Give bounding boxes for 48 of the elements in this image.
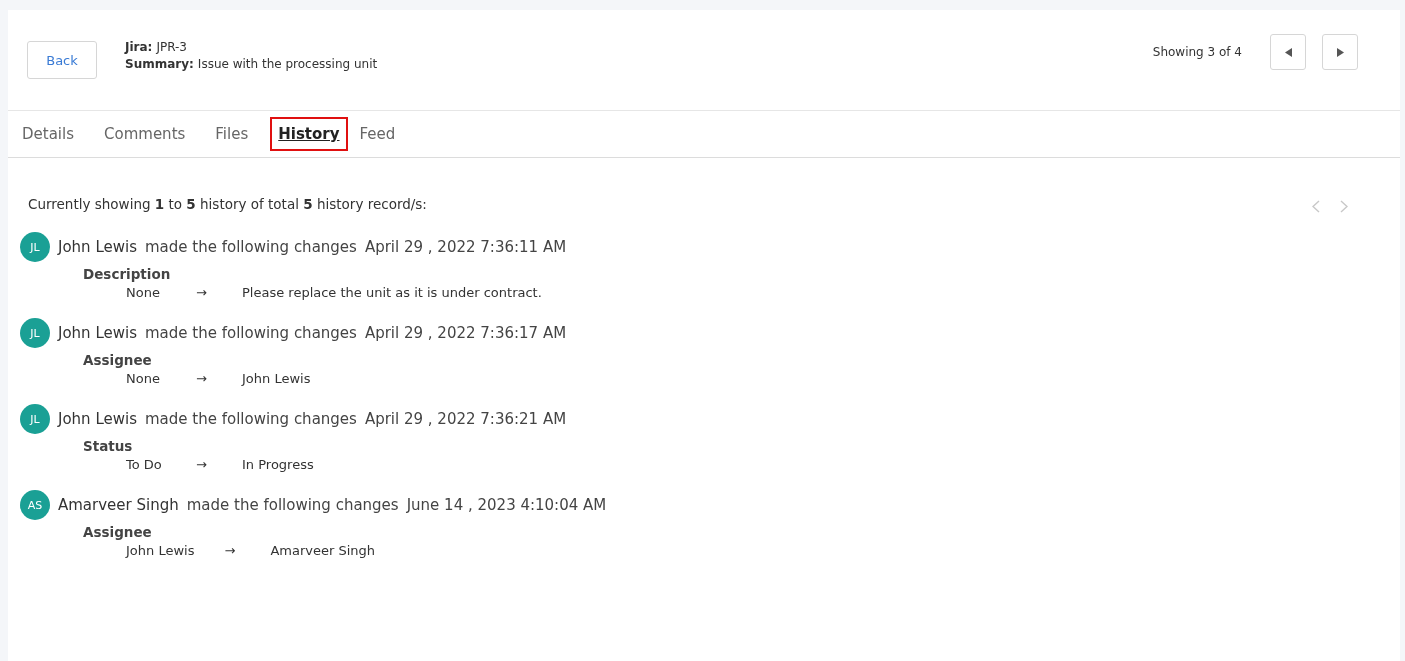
old-value: None xyxy=(126,371,161,386)
field-name: Description xyxy=(83,266,172,282)
new-value: John Lewis xyxy=(242,371,311,386)
history-summary: Currently showing 1 to 5 history of total 5 history record/s: xyxy=(28,196,427,212)
tab[interactable]: Files xyxy=(207,117,257,151)
tab[interactable]: Feed xyxy=(351,117,404,151)
action-text: made the following changes xyxy=(144,324,357,342)
back-button[interactable]: Back xyxy=(27,41,97,79)
jira-label: Jira: xyxy=(125,39,153,54)
field-name: Status xyxy=(83,438,134,454)
jira-value: JPR-3 xyxy=(156,39,187,54)
old-value: None xyxy=(126,285,161,300)
tab[interactable]: Comments xyxy=(96,117,194,151)
new-value: In Progress xyxy=(242,457,314,472)
field-name: Assignee xyxy=(83,352,153,368)
timestamp: April 29 , 2022 7:36:21 AM xyxy=(364,410,567,428)
action-text: made the following changes xyxy=(144,238,357,256)
arrow: → xyxy=(196,457,208,472)
caret-left-icon xyxy=(1284,47,1292,57)
previous-button[interactable] xyxy=(1270,34,1306,70)
summary-value: Issue with the processing unit xyxy=(197,56,378,71)
author-name: Amarveer Singh xyxy=(58,496,179,514)
tab[interactable]: Details xyxy=(14,117,82,151)
old-value: To Do xyxy=(126,457,163,472)
author-name: John Lewis xyxy=(58,324,137,342)
timestamp: April 29 , 2022 7:36:17 AM xyxy=(364,324,567,342)
arrow: → xyxy=(224,543,237,558)
author-name: John Lewis xyxy=(58,238,137,256)
author-name: John Lewis xyxy=(58,410,137,428)
arrow: → xyxy=(196,285,208,300)
timestamp: April 29 , 2022 7:36:11 AM xyxy=(364,238,567,256)
new-value: Please replace the unit as it is under contract. xyxy=(242,285,542,300)
arrow: → xyxy=(196,371,208,386)
old-value: John Lewis xyxy=(126,543,195,558)
action-text: made the following changes xyxy=(186,496,399,514)
caret-right-icon xyxy=(1336,47,1344,57)
new-value: Amarveer Singh xyxy=(270,543,376,558)
avatar: JL xyxy=(20,232,50,262)
record-counter: Showing 3 of 4 xyxy=(1152,45,1242,59)
next-button[interactable] xyxy=(1322,34,1358,70)
summary-label: Summary: xyxy=(125,56,194,71)
tab[interactable]: History xyxy=(270,117,348,151)
action-text: made the following changes xyxy=(144,410,357,428)
timestamp: June 14 , 2023 4:10:04 AM xyxy=(406,496,607,514)
avatar: JL xyxy=(20,404,50,434)
avatar: JL xyxy=(20,318,50,348)
field-name: Assignee xyxy=(83,524,153,540)
avatar: AS xyxy=(20,490,50,520)
